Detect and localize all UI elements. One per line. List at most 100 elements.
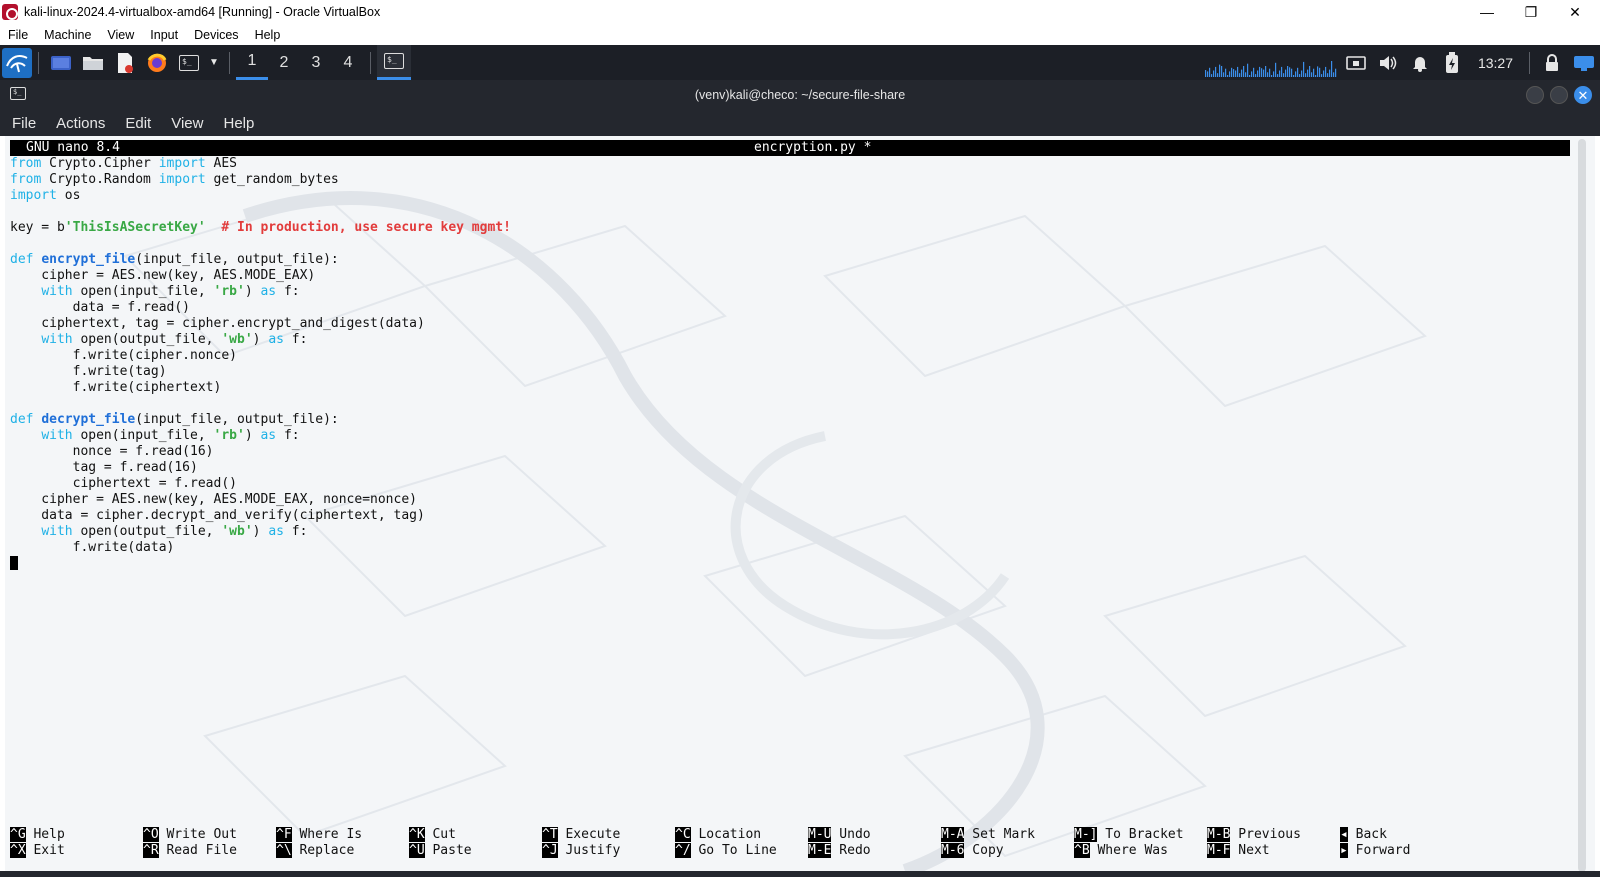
vm-icon[interactable]: [1570, 49, 1598, 77]
restore-button[interactable]: ❐: [1508, 0, 1554, 24]
shortcut-key: ^F: [276, 827, 292, 842]
shortcut-label: To Bracket: [1097, 827, 1184, 842]
code-line: from Crypto.Cipher import AES: [10, 156, 511, 172]
host-menu-file[interactable]: File: [0, 28, 36, 42]
shortcut-label: Redo: [831, 843, 871, 858]
host-menu-view[interactable]: View: [99, 28, 142, 42]
shortcut-label: Paste: [424, 843, 472, 858]
workspace-1[interactable]: 1: [236, 45, 268, 80]
shortcut-key: ^G: [10, 827, 26, 842]
chevron-down-icon[interactable]: ▼: [207, 49, 221, 77]
notifications-icon[interactable]: [1406, 49, 1434, 77]
workspace-4[interactable]: 4: [332, 45, 364, 80]
code-token: f:: [283, 524, 308, 539]
shortcut-paste: ^U Paste: [409, 843, 472, 859]
shortcut-key: ^T: [542, 827, 558, 842]
code-token: with: [41, 284, 73, 299]
terminal-menu-help[interactable]: Help: [211, 115, 262, 132]
lock-icon[interactable]: [1538, 49, 1566, 77]
terminal-close-button[interactable]: ✕: [1574, 86, 1592, 104]
code-line: f.write(data): [10, 540, 511, 556]
terminal-minimize-button[interactable]: [1526, 86, 1544, 104]
shortcut-next: M-F Next: [1207, 843, 1270, 859]
virtualbox-logo-icon: [2, 4, 18, 20]
code-token: os: [56, 188, 81, 203]
code-token: with: [41, 428, 73, 443]
shortcut-label: Cut: [424, 827, 456, 842]
host-menu-help[interactable]: Help: [247, 28, 289, 42]
host-menu-input[interactable]: Input: [142, 28, 186, 42]
code-token: f.write(cipher.nonce): [10, 348, 237, 363]
text-cursor: [10, 556, 18, 570]
shortcut-label: Copy: [964, 843, 1004, 858]
shortcut-label: Undo: [831, 827, 871, 842]
text-editor-icon[interactable]: [111, 49, 139, 77]
code-token: open(output_file,: [72, 524, 222, 539]
code-token: 'ThisIsASecretKey': [64, 220, 206, 235]
taskbar-terminal-icon[interactable]: $_: [377, 45, 411, 80]
host-menubar: File Machine View Input Devices Help: [0, 24, 1600, 45]
terminal-scrollbar[interactable]: [1578, 139, 1586, 872]
clock[interactable]: 13:27: [1468, 55, 1523, 71]
code-token: (input_file, output_file):: [135, 252, 339, 267]
workspace-3[interactable]: 3: [300, 45, 332, 80]
shortcut-label: Write Out: [158, 827, 237, 842]
shortcut-copy: M-6 Copy: [941, 843, 1004, 859]
firefox-icon[interactable]: [143, 49, 171, 77]
desktop-icon[interactable]: [47, 49, 75, 77]
code-token: from: [10, 172, 42, 187]
host-menu-devices[interactable]: Devices: [186, 28, 246, 42]
code-editor[interactable]: from Crypto.Cipher import AES from Crypto…: [10, 156, 511, 556]
code-token: ): [252, 332, 269, 347]
terminal-menu-file[interactable]: File: [0, 115, 44, 132]
nano-filename: encryption.py *: [754, 140, 872, 155]
code-line: ciphertext, tag = cipher.encrypt_and_dig…: [10, 316, 511, 332]
shortcut-key: ^\: [276, 843, 292, 858]
code-line: key = b'ThisIsASecretKey' # In productio…: [10, 220, 511, 236]
code-token: with: [41, 524, 73, 539]
code-token: f:: [283, 332, 308, 347]
code-token: ): [252, 524, 269, 539]
shortcut-help: ^G Help: [10, 827, 65, 843]
shortcut-to-bracket: M-] To Bracket: [1074, 827, 1184, 843]
kali-menu-icon[interactable]: [2, 47, 32, 78]
shortcut-label: Execute: [557, 827, 621, 842]
close-button[interactable]: ✕: [1552, 0, 1598, 24]
code-token: cipher = AES.new(key, AES.MODE_EAX, nonc…: [10, 492, 417, 507]
code-token: import: [158, 156, 206, 171]
shortcut-label: Replace: [291, 843, 355, 858]
volume-icon[interactable]: [1374, 49, 1402, 77]
battery-icon[interactable]: [1438, 49, 1466, 77]
shortcut-exit: ^X Exit: [10, 843, 65, 859]
code-line: with open(input_file, 'rb') as f:: [10, 428, 511, 444]
terminal-icon[interactable]: $_: [175, 49, 203, 77]
terminal-menu-edit[interactable]: Edit: [113, 115, 159, 132]
code-line: with open(input_file, 'rb') as f:: [10, 284, 511, 300]
shortcut-label: Help: [25, 827, 65, 842]
shortcut-key: ^U: [409, 843, 425, 858]
host-menu-machine[interactable]: Machine: [36, 28, 99, 42]
shortcut-undo: M-U Undo: [808, 827, 871, 843]
network-icon[interactable]: [1342, 49, 1370, 77]
minimize-button[interactable]: —: [1464, 0, 1510, 24]
shortcut-key: M-F: [1207, 843, 1231, 858]
code-line: data = f.read(): [10, 300, 511, 316]
code-token: as: [268, 332, 284, 347]
file-manager-icon[interactable]: [79, 49, 107, 77]
code-token: key = b: [10, 220, 65, 235]
shortcut-forward: ▸ Forward: [1340, 843, 1410, 859]
code-token: import: [10, 188, 57, 203]
terminal-menu-view[interactable]: View: [159, 115, 211, 132]
terminal-menu-actions[interactable]: Actions: [44, 115, 113, 132]
shortcut-key: ^R: [143, 843, 159, 858]
host-statusbar: [0, 871, 1600, 877]
workspace-2[interactable]: 2: [268, 45, 300, 80]
code-token: cipher = AES.new(key, AES.MODE_EAX): [10, 268, 316, 283]
terminal-title: (venv)kali@checo: ~/secure-file-share: [694, 88, 906, 102]
code-token: Crypto.Random: [41, 172, 159, 187]
shortcut-label: Where Is: [291, 827, 363, 842]
terminal-maximize-button[interactable]: [1550, 86, 1568, 104]
